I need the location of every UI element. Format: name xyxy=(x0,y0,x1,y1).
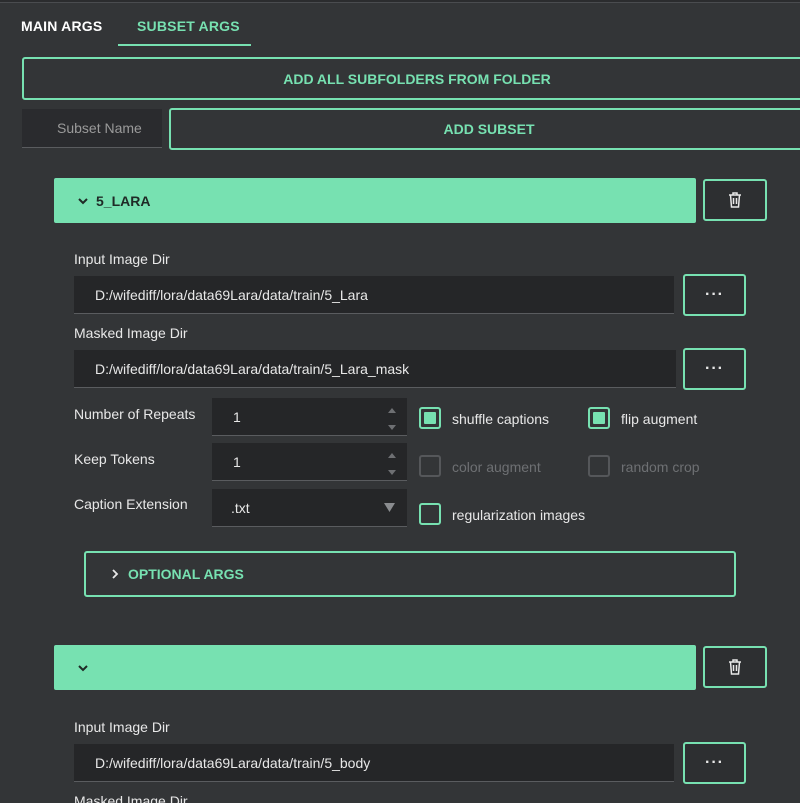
color-augment-checkbox xyxy=(419,455,441,477)
keep-tokens-input[interactable]: 1 xyxy=(212,443,407,481)
chevron-right-icon xyxy=(112,569,119,579)
subset-title: 5_LARA xyxy=(96,192,151,209)
caption-extension-value: .txt xyxy=(231,499,250,516)
random-crop-checkbox xyxy=(588,455,610,477)
subset-header-5-lara[interactable]: 5_LARA xyxy=(54,178,696,223)
active-tab-indicator xyxy=(118,44,251,46)
flip-augment-label: flip augment xyxy=(621,411,698,427)
delete-subset-button[interactable] xyxy=(703,179,767,221)
ellipsis-icon: ··· xyxy=(705,754,724,771)
caption-extension-label: Caption Extension xyxy=(74,496,188,512)
tab-subset-args[interactable]: SUBSET ARGS xyxy=(137,18,240,34)
keep-tokens-value: 1 xyxy=(233,453,241,470)
ellipsis-icon: ··· xyxy=(705,286,724,303)
ellipsis-icon: ··· xyxy=(705,360,724,377)
add-subset-button[interactable]: ADD SUBSET xyxy=(169,108,800,150)
shuffle-captions-checkbox[interactable] xyxy=(419,407,441,429)
chevron-down-icon xyxy=(78,197,88,204)
shuffle-captions-label: shuffle captions xyxy=(452,411,550,427)
trash-icon xyxy=(729,659,741,675)
masked-image-dir-label: Masked Image Dir xyxy=(74,793,188,803)
regularization-images-checkbox[interactable] xyxy=(419,503,441,525)
color-augment-label: color augment xyxy=(452,459,541,475)
add-all-subfolders-button[interactable]: ADD ALL SUBFOLDERS FROM FOLDER xyxy=(22,57,800,100)
tab-bar: MAIN ARGS SUBSET ARGS xyxy=(0,8,800,46)
caption-extension-select[interactable]: .txt xyxy=(212,489,407,527)
optional-args-label: OPTIONAL ARGS xyxy=(128,566,244,582)
spinner-arrows-icon[interactable] xyxy=(387,449,397,479)
dropdown-arrow-icon xyxy=(384,503,395,512)
top-border xyxy=(0,0,800,3)
input-image-dir-field[interactable]: D:/wifediff/lora/data69Lara/data/train/5… xyxy=(74,276,674,314)
subset-name-input[interactable] xyxy=(22,109,162,148)
trash-icon xyxy=(729,192,741,208)
browse-input-dir-button[interactable]: ··· xyxy=(683,274,746,316)
input-image-dir-label: Input Image Dir xyxy=(74,251,170,267)
subset-header-2[interactable] xyxy=(54,645,696,690)
optional-args-toggle[interactable]: OPTIONAL ARGS xyxy=(84,551,736,597)
flip-augment-checkbox[interactable] xyxy=(588,407,610,429)
regularization-images-label: regularization images xyxy=(452,507,586,523)
keep-tokens-label: Keep Tokens xyxy=(74,451,155,467)
spinner-arrows-icon[interactable] xyxy=(387,404,397,434)
browse-input-dir-button[interactable]: ··· xyxy=(683,742,746,784)
delete-subset-button[interactable] xyxy=(703,646,767,688)
tab-main-args[interactable]: MAIN ARGS xyxy=(21,18,102,34)
masked-image-dir-field[interactable]: D:/wifediff/lora/data69Lara/data/train/5… xyxy=(74,350,676,388)
input-image-dir-label: Input Image Dir xyxy=(74,719,170,735)
number-of-repeats-value: 1 xyxy=(233,408,241,425)
input-image-dir-value: D:/wifediff/lora/data69Lara/data/train/5… xyxy=(95,754,371,771)
browse-masked-dir-button[interactable]: ··· xyxy=(683,348,746,390)
number-of-repeats-label: Number of Repeats xyxy=(74,406,196,422)
input-image-dir-value: D:/wifediff/lora/data69Lara/data/train/5… xyxy=(95,286,368,303)
input-image-dir-field[interactable]: D:/wifediff/lora/data69Lara/data/train/5… xyxy=(74,744,674,782)
number-of-repeats-input[interactable]: 1 xyxy=(212,398,407,436)
chevron-down-icon xyxy=(78,664,88,671)
masked-image-dir-label: Masked Image Dir xyxy=(74,325,188,341)
random-crop-label: random crop xyxy=(621,459,700,475)
masked-image-dir-value: D:/wifediff/lora/data69Lara/data/train/5… xyxy=(95,360,410,377)
